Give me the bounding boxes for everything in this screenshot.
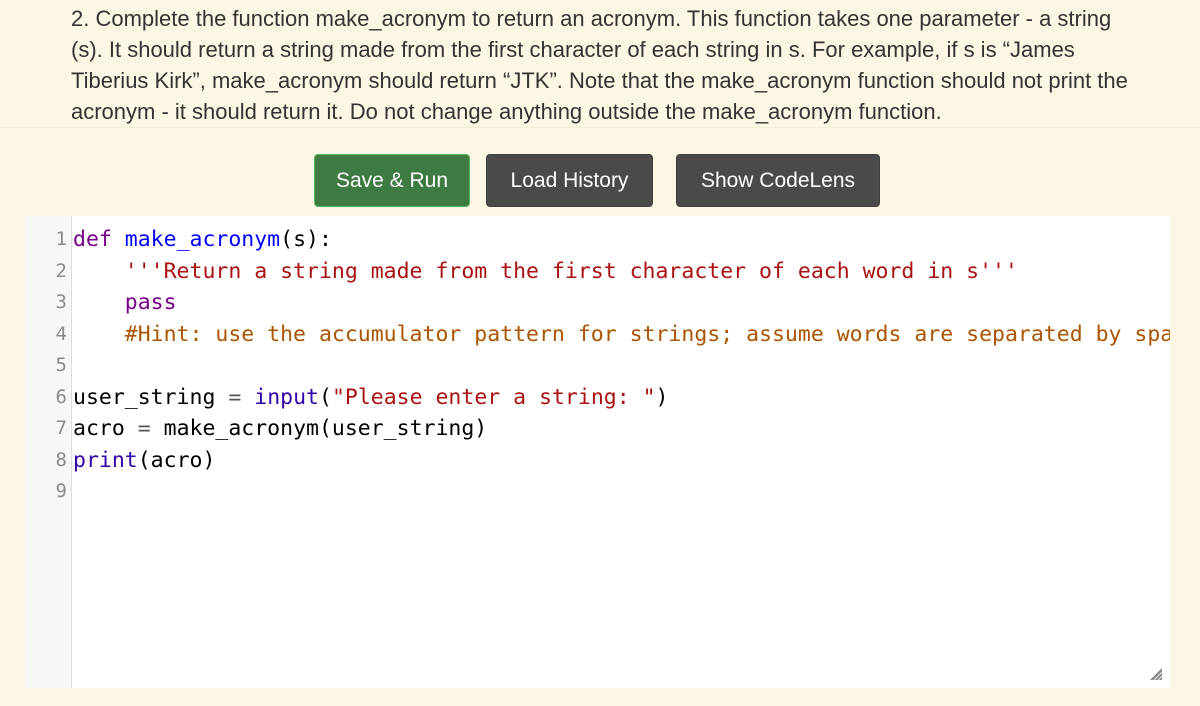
code-text[interactable]: '''Return a string made from the first c… (73, 256, 1018, 288)
code-text[interactable]: def make_acronym(s): (73, 224, 332, 256)
code-line[interactable]: 1 def make_acronym(s): (25, 224, 1170, 256)
code-token-str: "Please enter a string: " (331, 384, 656, 410)
code-token-plain: acro (73, 416, 138, 441)
code-token-plain: (acro) (137, 447, 216, 473)
code-editor[interactable]: 1 def make_acronym(s): 2 '''Return a strin… (25, 216, 1170, 688)
code-token-builtin: input (254, 384, 319, 410)
line-number: 3 (55, 291, 67, 313)
code-token-str: '''Return a string made from the first c… (124, 258, 1018, 284)
resize-handle-icon[interactable] (1150, 668, 1162, 680)
code-line[interactable]: 2 '''Return a string made from the first… (25, 256, 1170, 288)
code-token-plain: ( (318, 384, 332, 410)
code-line[interactable]: 4 #Hint: use the accumulator pattern for… (25, 319, 1170, 351)
code-token-kw: pass (124, 290, 177, 315)
code-text[interactable]: acro = make_acronym(user_string) (73, 413, 487, 445)
code-token-plain: (s): (280, 227, 332, 252)
code-token-op: = (228, 384, 242, 410)
code-text[interactable]: print(acro) (73, 445, 215, 477)
code-line[interactable]: 5 (25, 350, 1170, 382)
code-line[interactable]: 6 user_string = input("Please enter a str… (25, 382, 1170, 414)
code-token-plain: ) (655, 384, 669, 410)
code-text[interactable]: user_string = input("Please enter a stri… (73, 382, 669, 414)
code-token-plain: make_acronym(user_string) (150, 416, 488, 441)
activecode-toolbar: Save & Run Load History Show CodeLens (0, 154, 1200, 208)
code-token-def: make_acronym (124, 227, 281, 252)
code-token-cmt: #Hint: use the accumulator pattern for s… (124, 321, 1170, 347)
question-text: 2. Complete the function make_acronym to… (71, 6, 1128, 124)
line-number: 2 (55, 259, 67, 282)
question-description: 2. Complete the function make_acronym to… (0, 0, 1200, 128)
code-lines[interactable]: 1 def make_acronym(s): 2 '''Return a strin… (25, 224, 1170, 508)
code-token-kw: def (73, 227, 112, 252)
code-token-plain: user_string (73, 384, 229, 410)
code-text[interactable]: #Hint: use the accumulator pattern for s… (73, 319, 1170, 351)
line-number: 1 (55, 228, 67, 250)
code-token-builtin: print (73, 447, 138, 473)
save-run-button[interactable]: Save & Run (314, 154, 470, 207)
line-number: 7 (55, 417, 67, 439)
line-number: 8 (55, 448, 67, 471)
line-number: 4 (55, 322, 67, 345)
line-number: 6 (55, 385, 67, 408)
show-codelens-button[interactable]: Show CodeLens (676, 154, 880, 207)
code-line[interactable]: 9 (25, 476, 1170, 508)
line-number: 9 (55, 480, 67, 502)
code-line[interactable]: 3 pass (25, 287, 1170, 319)
code-token-op: = (137, 416, 151, 441)
code-line[interactable]: 8 print(acro) (25, 445, 1170, 477)
code-line[interactable]: 7 acro = make_acronym(user_string) (25, 413, 1170, 445)
load-history-button[interactable]: Load History (486, 154, 653, 207)
code-text[interactable]: pass (73, 287, 177, 319)
line-number: 5 (55, 354, 67, 376)
